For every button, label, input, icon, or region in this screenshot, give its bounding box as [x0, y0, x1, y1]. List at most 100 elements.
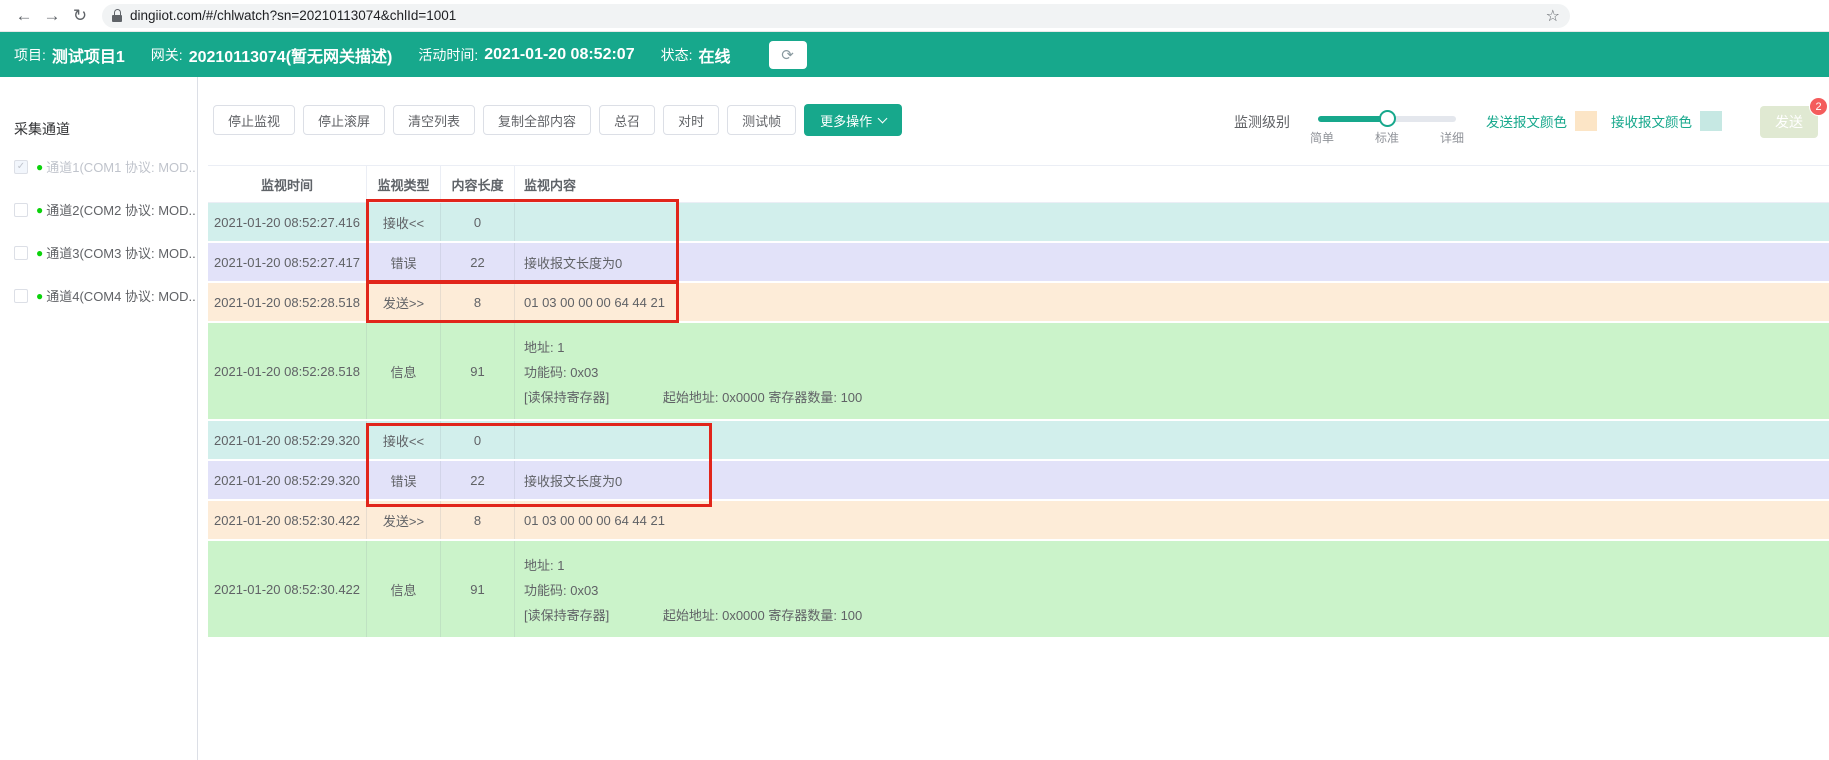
time-sync-button[interactable]: 对时 — [663, 105, 719, 135]
slider-tick-standard: 标准 — [1375, 129, 1399, 146]
slider-fill — [1318, 116, 1387, 122]
refresh-button[interactable]: ⟳ — [769, 41, 807, 69]
table-row: 2021-01-20 08:52:28.518 信息 91 地址: 1 功能码:… — [208, 323, 1829, 421]
cell-content: 接收报文长度为0 — [515, 243, 1829, 281]
slider-handle[interactable] — [1379, 110, 1396, 127]
channel-1-status-dot: ● — [36, 160, 43, 174]
cell-time: 2021-01-20 08:52:27.416 — [208, 203, 367, 241]
recv-color-label: 接收报文颜色 — [1611, 111, 1692, 131]
table-header-row: 监视时间 监视类型 内容长度 监视内容 — [208, 165, 1829, 203]
info-register: [读保持寄存器] 起始地址: 0x0000 寄存器数量: 100 — [524, 387, 1823, 406]
project-label: 项目: — [14, 45, 46, 65]
table-row: 2021-01-20 08:52:30.422 发送>> 8 01 03 00 … — [208, 501, 1829, 541]
slider-tick-detail: 详细 — [1440, 129, 1464, 146]
info-register-detail: 起始地址: 0x0000 寄存器数量: 100 — [663, 390, 862, 405]
header-watch-time: 监视时间 — [208, 166, 367, 202]
cell-type: 接收<< — [367, 203, 441, 241]
clear-list-button[interactable]: 清空列表 — [393, 105, 475, 135]
active-time-label: 活动时间: — [418, 45, 478, 65]
send-count-badge: 2 — [1809, 97, 1828, 116]
gateway-label: 网关: — [151, 45, 183, 65]
cell-type: 发送>> — [367, 283, 441, 321]
table-row: 2021-01-20 08:52:29.320 接收<< 0 — [208, 421, 1829, 461]
monitor-level-slider[interactable]: 简单 标准 详细 — [1318, 108, 1456, 142]
chevron-down-icon — [878, 113, 888, 123]
send-button-wrap: 发送 2 — [1760, 106, 1818, 138]
copy-all-button[interactable]: 复制全部内容 — [483, 105, 591, 135]
table-row: 2021-01-20 08:52:28.518 发送>> 8 01 03 00 … — [208, 283, 1829, 323]
test-frame-button[interactable]: 测试帧 — [727, 105, 796, 135]
channel-4-checkbox[interactable] — [14, 289, 28, 303]
cell-length: 8 — [441, 283, 515, 321]
cell-type: 错误 — [367, 243, 441, 281]
cell-content: 01 03 00 00 00 64 44 21 — [515, 283, 1829, 321]
monitor-controls: 监测级别 简单 标准 详细 发送报文颜色 接收报文颜色 发送 2 接收 0 — [1234, 104, 1829, 142]
cell-length: 0 — [441, 421, 515, 459]
info-register-bracket: [读保持寄存器] — [524, 390, 609, 405]
channel-3-checkbox[interactable] — [14, 246, 28, 260]
url-text[interactable]: dingiiot.com/#/chlwatch?sn=20210113074&c… — [130, 8, 1538, 23]
sidebar: 采集通道 ✓ ● 通道1(COM1 协议: MOD... ● 通道2(COM2 … — [0, 77, 198, 760]
slider-ticks: 简单 标准 详细 — [1318, 129, 1456, 143]
sidebar-item-channel-1[interactable]: ✓ ● 通道1(COM1 协议: MOD... — [14, 157, 197, 176]
sidebar-item-channel-2[interactable]: ● 通道2(COM2 协议: MOD... — [14, 200, 197, 219]
cell-content: 地址: 1 功能码: 0x03 [读保持寄存器] 起始地址: 0x0000 寄存… — [515, 541, 1829, 637]
table-row: 2021-01-20 08:52:27.417 错误 22 接收报文长度为0 — [208, 243, 1829, 283]
channel-1-label: 通道1(COM1 协议: MOD... — [46, 157, 196, 176]
cell-type: 发送>> — [367, 501, 441, 539]
cell-type: 信息 — [367, 541, 441, 637]
sidebar-item-channel-4[interactable]: ● 通道4(COM4 协议: MOD... — [14, 286, 197, 305]
url-bar[interactable]: dingiiot.com/#/chlwatch?sn=20210113074&c… — [102, 4, 1570, 28]
active-time-value: 2021-01-20 08:52:07 — [484, 46, 634, 64]
back-icon[interactable]: ← — [10, 2, 38, 30]
cell-length: 91 — [441, 541, 515, 637]
cell-length: 0 — [441, 203, 515, 241]
general-call-button[interactable]: 总召 — [599, 105, 655, 135]
cell-time: 2021-01-20 08:52:29.320 — [208, 461, 367, 499]
more-actions-label: 更多操作 — [820, 111, 872, 130]
forward-icon[interactable]: → — [38, 2, 66, 30]
status-label: 状态: — [661, 45, 693, 65]
reload-icon[interactable]: ↻ — [66, 2, 94, 30]
table-row: 2021-01-20 08:52:29.320 错误 22 接收报文长度为0 — [208, 461, 1829, 501]
header-watch-type: 监视类型 — [367, 166, 441, 202]
cell-length: 22 — [441, 243, 515, 281]
recv-color-swatch[interactable] — [1700, 111, 1722, 131]
project-value: 测试项目1 — [52, 43, 125, 67]
channel-2-label: 通道2(COM2 协议: MOD... — [46, 200, 196, 219]
cell-time: 2021-01-20 08:52:30.422 — [208, 541, 367, 637]
channel-2-checkbox[interactable] — [14, 203, 28, 217]
table-row: 2021-01-20 08:52:30.422 信息 91 地址: 1 功能码:… — [208, 541, 1829, 639]
sidebar-item-channel-3[interactable]: ● 通道3(COM3 协议: MOD... — [14, 243, 197, 262]
send-color-swatch[interactable] — [1575, 111, 1597, 131]
cell-content — [515, 203, 1829, 241]
packet-color-legend: 发送报文颜色 接收报文颜色 — [1486, 111, 1736, 131]
slider-tick-simple: 简单 — [1310, 129, 1334, 146]
info-function-code: 功能码: 0x03 — [524, 362, 1823, 381]
status-value: 在线 — [698, 43, 730, 67]
info-register-bracket: [读保持寄存器] — [524, 608, 609, 623]
channel-3-label: 通道3(COM3 协议: MOD... — [46, 243, 196, 262]
channel-1-checkbox[interactable]: ✓ — [14, 160, 28, 174]
cell-length: 22 — [441, 461, 515, 499]
info-register-detail: 起始地址: 0x0000 寄存器数量: 100 — [663, 608, 862, 623]
sidebar-title: 采集通道 — [14, 119, 197, 139]
cell-time: 2021-01-20 08:52:28.518 — [208, 323, 367, 419]
info-content: 地址: 1 功能码: 0x03 [读保持寄存器] 起始地址: 0x0000 寄存… — [524, 337, 1823, 406]
cell-type: 信息 — [367, 323, 441, 419]
gateway-header: 项目: 测试项目1 网关: 20210113074(暂无网关描述) 活动时间: … — [0, 32, 1829, 77]
info-address: 地址: 1 — [524, 555, 1823, 574]
cell-content: 地址: 1 功能码: 0x03 [读保持寄存器] 起始地址: 0x0000 寄存… — [515, 323, 1829, 419]
send-color-label: 发送报文颜色 — [1486, 111, 1567, 131]
stop-scroll-button[interactable]: 停止滚屏 — [303, 105, 385, 135]
gateway-value: 20210113074(暂无网关描述) — [189, 43, 393, 67]
cell-time: 2021-01-20 08:52:30.422 — [208, 501, 367, 539]
watch-log-table: 监视时间 监视类型 内容长度 监视内容 2021-01-20 08:52:27.… — [208, 165, 1829, 639]
cell-content: 01 03 00 00 00 64 44 21 — [515, 501, 1829, 539]
browser-chrome: ← → ↻ dingiiot.com/#/chlwatch?sn=2021011… — [0, 0, 1829, 32]
more-actions-button[interactable]: 更多操作 — [804, 104, 902, 136]
cell-type: 接收<< — [367, 421, 441, 459]
info-address: 地址: 1 — [524, 337, 1823, 356]
bookmark-star-icon[interactable]: ☆ — [1546, 6, 1560, 26]
stop-watch-button[interactable]: 停止监视 — [213, 105, 295, 135]
